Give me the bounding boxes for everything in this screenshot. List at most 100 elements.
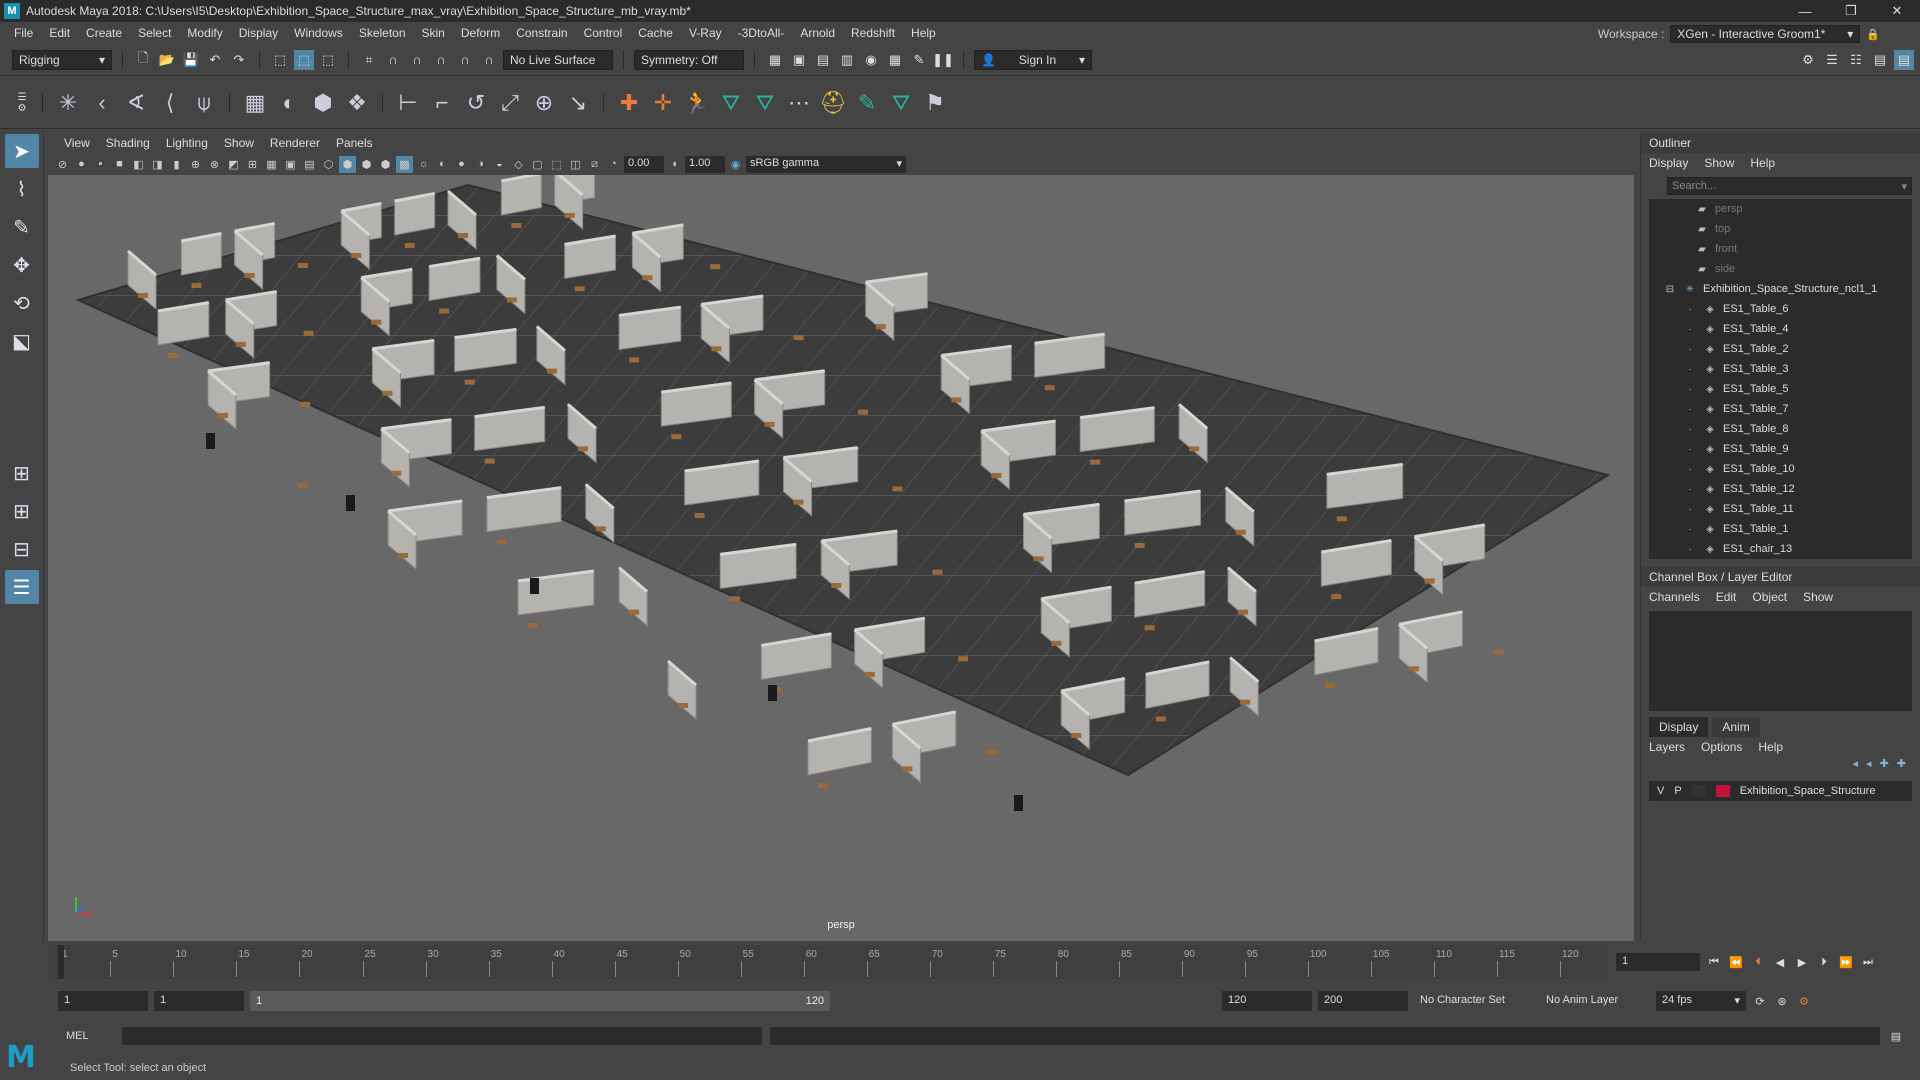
tab-anim[interactable]: Anim xyxy=(1712,717,1760,737)
channel-box-menu-channels[interactable]: Channels xyxy=(1649,590,1700,604)
channel-box-menu-edit[interactable]: Edit xyxy=(1716,590,1737,604)
2d-pan-icon[interactable]: ◨ xyxy=(149,156,166,173)
wrap-deformer-icon[interactable]: ❖ xyxy=(342,87,372,119)
textured-icon[interactable]: ⬢ xyxy=(377,156,394,173)
time-slider[interactable]: 1 5 10 15 20 25 30 35 40 45 50 55 60 65 70 75 80 85 90 95 10… xyxy=(48,945,1608,979)
expand-dot-icon[interactable]: · xyxy=(1683,524,1697,535)
snap-view-icon[interactable]: ∩ xyxy=(431,50,451,70)
isolate-select-icon[interactable]: ◇ xyxy=(510,156,527,173)
ipr-render-icon[interactable]: ▤ xyxy=(813,50,833,70)
snap-point-icon[interactable]: ∩ xyxy=(407,50,427,70)
cluster-deformer-icon[interactable]: ⛛ xyxy=(750,87,780,119)
outliner-search-input[interactable]: Search... ▾ xyxy=(1667,177,1912,195)
xray-joints-icon[interactable]: ⬚ xyxy=(548,156,565,173)
paint-skin-icon[interactable]: ✎ xyxy=(852,87,882,119)
select-tool-icon[interactable]: ➤ xyxy=(4,134,39,168)
shadows-icon[interactable]: ☼ xyxy=(415,156,432,173)
render-settings-icon[interactable]: ▦ xyxy=(765,50,785,70)
expand-dot-icon[interactable]: · xyxy=(1683,484,1697,495)
range-slider[interactable]: 1 120 xyxy=(250,991,830,1011)
resolution-gate-icon[interactable]: ◩ xyxy=(225,156,242,173)
outliner-menu-show[interactable]: Show xyxy=(1704,156,1734,170)
new-scene-icon[interactable]: 🗋 xyxy=(133,50,153,70)
channel-box-menu-object[interactable]: Object xyxy=(1752,590,1787,604)
tab-display[interactable]: Display xyxy=(1649,717,1709,737)
auto-key-icon[interactable]: ⊛ xyxy=(1774,993,1790,1009)
menu-modify[interactable]: Modify xyxy=(179,26,230,40)
menu-arnold[interactable]: Arnold xyxy=(792,26,843,40)
command-input[interactable] xyxy=(122,1027,762,1045)
scale-constraint-icon[interactable]: ⤢ xyxy=(495,87,525,119)
bookmarks-icon[interactable]: ◧ xyxy=(130,156,147,173)
pole-vector-icon[interactable]: ↘ xyxy=(563,87,593,119)
expand-dot-icon[interactable]: · xyxy=(1683,444,1697,455)
anti-aliasing-icon[interactable]: ◑ xyxy=(472,156,489,173)
outliner-menu-help[interactable]: Help xyxy=(1750,156,1775,170)
view-transform-dropdown[interactable]: sRGB gamma ▾ xyxy=(746,155,906,173)
outliner-item[interactable]: · ◈ ES1_Table_6 xyxy=(1649,299,1912,319)
tool-settings-icon[interactable]: ☷ xyxy=(1846,50,1866,70)
add-influence-icon[interactable]: ⚑ xyxy=(920,87,950,119)
camera-attributes-icon[interactable]: ⊘ xyxy=(54,156,71,173)
rotate-tool-icon[interactable]: ⟲ xyxy=(5,286,39,320)
expand-dot-icon[interactable]: · xyxy=(1683,324,1697,335)
minimize-button[interactable]: — xyxy=(1782,0,1828,22)
scene-start-field[interactable]: 1 xyxy=(58,991,148,1011)
expand-dot-icon[interactable]: · xyxy=(1683,464,1697,475)
snap-magnet-icon[interactable]: ∩ xyxy=(479,50,499,70)
quick-rig-icon[interactable]: ⍦ xyxy=(189,87,219,119)
skin-tool-icon[interactable]: ⛑ xyxy=(818,87,848,119)
playback-start-field[interactable]: 1 xyxy=(154,991,244,1011)
current-frame-field[interactable]: 1 xyxy=(1616,953,1700,971)
menu-set-dropdown[interactable]: Rigging ▾ xyxy=(12,49,112,70)
color-management-icon[interactable]: ◉ xyxy=(727,156,744,173)
play-forwards-icon[interactable]: ▶ xyxy=(1794,954,1810,970)
expand-dot-icon[interactable]: · xyxy=(1683,504,1697,515)
menu-deform[interactable]: Deform xyxy=(453,26,508,40)
collapse-icon[interactable]: ⊟ xyxy=(1663,284,1677,295)
move-layer-up-icon[interactable]: ◂ xyxy=(1853,757,1859,777)
menu-control[interactable]: Control xyxy=(576,26,631,40)
humanik-icon[interactable]: 🏃 xyxy=(682,87,712,119)
vray-render-icon[interactable]: ◉ xyxy=(861,50,881,70)
go-to-start-icon[interactable]: ⏮ xyxy=(1706,954,1722,970)
expand-dot-icon[interactable]: · xyxy=(1683,424,1697,435)
sign-in-dropdown[interactable]: 👤 Sign In ▾ xyxy=(974,49,1092,70)
viewport-menu-shading[interactable]: Shading xyxy=(98,136,158,150)
maximize-button[interactable]: ❐ xyxy=(1828,0,1874,22)
menu-edit[interactable]: Edit xyxy=(41,26,78,40)
outliner-item[interactable]: · ◈ ES1_Table_1 xyxy=(1649,519,1912,539)
backface-culling-icon[interactable]: ⧄ xyxy=(586,156,603,173)
safe-action-icon[interactable]: ▣ xyxy=(282,156,299,173)
panel-splitter[interactable] xyxy=(1641,559,1920,567)
workspace-dropdown[interactable]: XGen - Interactive Groom1* ▾ xyxy=(1670,25,1861,43)
channel-box-menu-show[interactable]: Show xyxy=(1803,590,1833,604)
expand-dot-icon[interactable]: · xyxy=(1683,404,1697,415)
outliner-tree[interactable]: ▰ persp ▰ top ▰ front ▰ side ⊟ ✳ Exhibition_Space_… xyxy=(1649,199,1912,559)
lock-icon[interactable]: 🔒 xyxy=(1866,28,1880,41)
layer-visibility-toggle[interactable]: V xyxy=(1657,785,1664,797)
scale-tool-icon[interactable]: ⬕ xyxy=(5,324,39,358)
orient-constraint-icon[interactable]: ↺ xyxy=(461,87,491,119)
outliner-item[interactable]: · ◈ ES1_Table_12 xyxy=(1649,479,1912,499)
channel-box-area[interactable] xyxy=(1649,611,1912,711)
layer-menu-layers[interactable]: Layers xyxy=(1649,740,1685,754)
menu-skin[interactable]: Skin xyxy=(414,26,453,40)
locator-icon[interactable]: ✚ xyxy=(614,87,644,119)
outliner-layout-icon[interactable]: ☰ xyxy=(4,570,39,604)
step-back-frame-icon[interactable]: ⏴ xyxy=(1750,954,1766,970)
redo-icon[interactable]: ↷ xyxy=(229,50,249,70)
grease-pencil-icon[interactable]: ▮ xyxy=(168,156,185,173)
outliner-item[interactable]: · ◈ ES1_Table_10 xyxy=(1649,459,1912,479)
expand-dot-icon[interactable]: · xyxy=(1683,544,1697,555)
anim-layer-dropdown[interactable]: No Anim Layer xyxy=(1540,991,1650,1011)
outliner-item[interactable]: · ◈ ES1_Table_9 xyxy=(1649,439,1912,459)
paint-select-icon[interactable]: ✎ xyxy=(5,210,39,244)
lasso-tool-icon[interactable]: ⌇ xyxy=(5,172,39,206)
lock-camera-icon[interactable]: ■ xyxy=(111,156,128,173)
select-hierarchy-icon[interactable]: ⬚ xyxy=(270,50,290,70)
blend-shape-icon[interactable]: ⛛ xyxy=(716,87,746,119)
layer-type-toggle[interactable] xyxy=(1691,785,1706,797)
render-view-icon[interactable]: ▥ xyxy=(837,50,857,70)
expand-dot-icon[interactable]: · xyxy=(1683,344,1697,355)
